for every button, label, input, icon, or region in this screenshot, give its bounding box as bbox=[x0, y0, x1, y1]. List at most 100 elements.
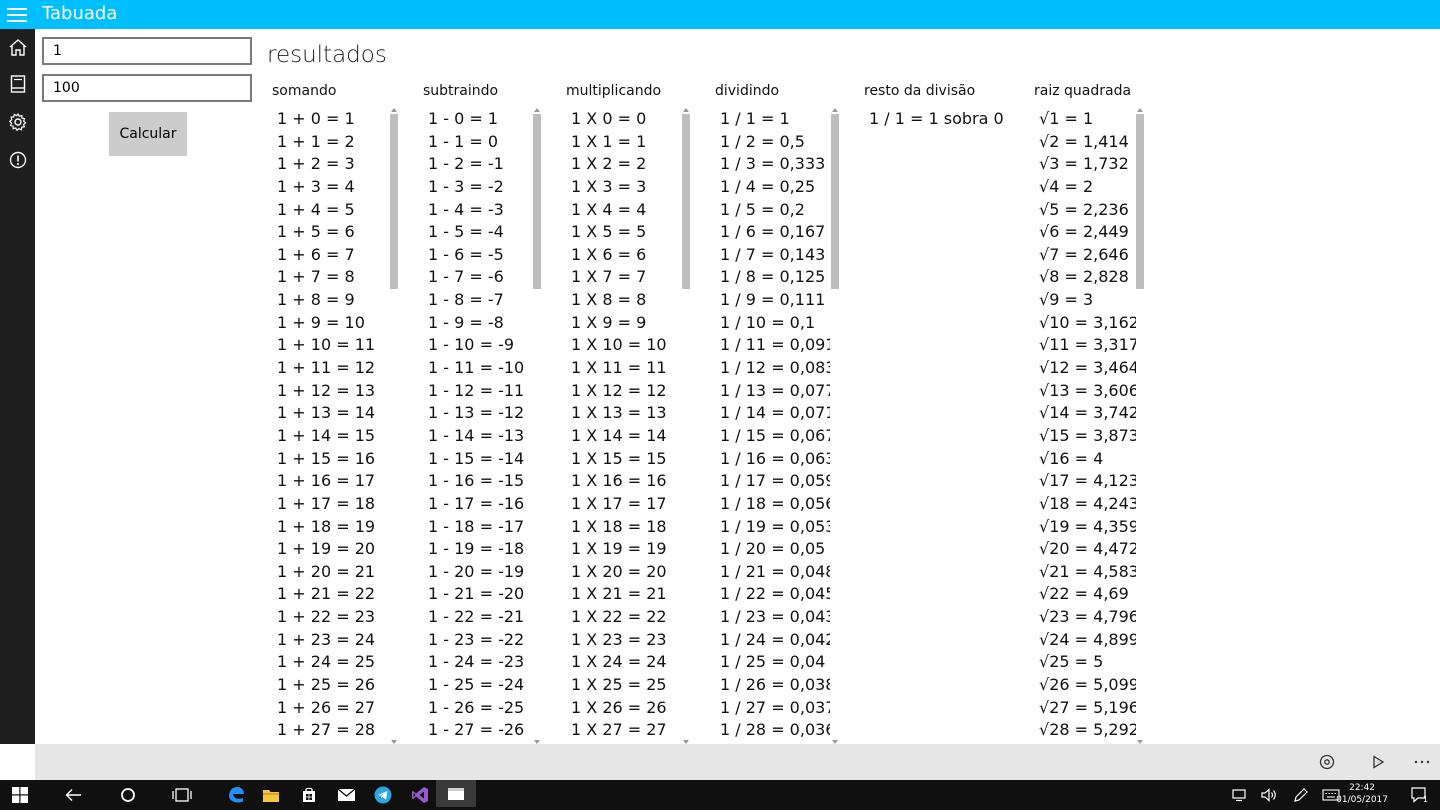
list-item: 1 X 16 = 16 bbox=[571, 471, 667, 491]
mail-icon[interactable] bbox=[327, 783, 367, 807]
list-somando[interactable]: 1 + 0 = 1 1 + 1 = 2 1 + 2 = 31 + 3 = 4 1 + … bbox=[277, 108, 387, 744]
list-item: 1 - 15 = -14 bbox=[428, 448, 525, 468]
app-title: Tabuada bbox=[42, 3, 118, 24]
list-item: 1 X 1 = 1 bbox=[571, 131, 647, 151]
info-icon[interactable] bbox=[0, 145, 35, 175]
end-number-input[interactable] bbox=[42, 74, 252, 102]
list-item: 1 / 18 = 0,056 bbox=[720, 493, 830, 513]
more-icon[interactable] bbox=[1410, 750, 1434, 774]
list-item: 1 / 4 = 0,25 bbox=[720, 176, 816, 196]
book-icon[interactable] bbox=[0, 69, 35, 99]
visual-studio-icon[interactable] bbox=[400, 783, 440, 807]
scrollbar-somando[interactable] bbox=[390, 108, 398, 744]
list-item: 1 + 18 = 19 bbox=[277, 516, 376, 536]
list-item: 1 - 23 = -22 bbox=[428, 629, 525, 649]
list-item: 1 + 24 = 25 bbox=[277, 652, 376, 672]
list-raiz[interactable]: √1 = 1 √2 = 1,414 √3 = 1,732 √4 = 2 √5 = 2,2… bbox=[1039, 108, 1136, 744]
list-item: 1 - 16 = -15 bbox=[428, 471, 525, 491]
windows-start-icon[interactable] bbox=[0, 783, 40, 807]
back-icon[interactable] bbox=[54, 783, 94, 807]
list-item: 1 / 20 = 0,05 bbox=[720, 539, 826, 559]
cortana-icon[interactable] bbox=[108, 783, 148, 807]
list-item: 1 X 7 = 7 bbox=[571, 267, 647, 287]
list-item: 1 / 1 = 1 sobra 0 bbox=[869, 109, 1004, 128]
task-view-icon[interactable] bbox=[162, 783, 202, 807]
network-icon[interactable] bbox=[1222, 783, 1256, 807]
list-dividindo[interactable]: 1 / 1 = 1 1 / 2 = 0,5 1 / 3 = 0,333 1 / 4 =… bbox=[720, 108, 830, 744]
list-item: √7 = 2,646 bbox=[1039, 244, 1129, 264]
list-item: 1 X 12 = 12 bbox=[571, 380, 667, 400]
edge-icon[interactable] bbox=[216, 783, 256, 807]
list-item: 1 - 27 = -26 bbox=[428, 720, 525, 740]
list-item: 1 - 5 = -4 bbox=[428, 222, 504, 242]
list-item: √12 = 3,464 bbox=[1039, 358, 1136, 378]
list-item: 1 + 27 = 28 bbox=[277, 720, 376, 740]
list-item: 1 - 0 = 1 bbox=[428, 109, 499, 128]
list-item: 1 / 16 = 0,063 bbox=[720, 448, 830, 468]
command-bar bbox=[35, 744, 1440, 780]
tabuada-app-icon[interactable] bbox=[436, 780, 476, 807]
taskbar: 22:42 01/05/2017 1 bbox=[0, 780, 1440, 810]
list-item: 1 - 20 = -19 bbox=[428, 561, 525, 581]
list-resto[interactable]: 1 / 1 = 1 sobra 0 bbox=[869, 108, 1024, 744]
list-item: √4 = 2 bbox=[1039, 176, 1094, 196]
list-item: 1 - 9 = -8 bbox=[428, 312, 504, 332]
list-item: 1 / 5 = 0,2 bbox=[720, 199, 805, 219]
start-number-input[interactable] bbox=[42, 37, 252, 65]
list-item: 1 + 19 = 20 bbox=[277, 539, 376, 559]
list-item: √19 = 4,359 bbox=[1039, 516, 1136, 536]
list-item: 1 X 13 = 13 bbox=[571, 403, 667, 423]
list-item: 1 X 10 = 10 bbox=[571, 335, 667, 355]
list-item: 1 X 23 = 23 bbox=[571, 629, 667, 649]
list-item: 1 / 14 = 0,071 bbox=[720, 403, 830, 423]
list-item: 1 + 1 = 2 bbox=[277, 131, 355, 151]
scrollbar-multiplicando[interactable] bbox=[682, 108, 690, 744]
notification-count: 1 bbox=[1422, 795, 1428, 804]
list-item: 1 + 15 = 16 bbox=[277, 448, 376, 468]
gear-icon[interactable] bbox=[0, 107, 35, 137]
record-icon[interactable] bbox=[1315, 750, 1339, 774]
list-item: 1 - 12 = -11 bbox=[428, 380, 525, 400]
list-item: 1 / 17 = 0,059 bbox=[720, 471, 830, 491]
list-subtraindo[interactable]: 1 - 0 = 1 1 - 1 = 0 1 - 2 = -1 1 - 3 = -2 1 … bbox=[428, 108, 533, 744]
header-subtraindo: subtraindo bbox=[423, 83, 499, 99]
list-multiplicando[interactable]: 1 X 0 = 0 1 X 1 = 1 1 X 2 = 21 X 3 = 3 1 X … bbox=[571, 108, 681, 744]
list-item: 1 - 3 = -2 bbox=[428, 176, 504, 196]
list-item: 1 - 1 = 0 bbox=[428, 131, 499, 151]
list-item: 1 - 8 = -7 bbox=[428, 290, 504, 310]
volume-icon[interactable] bbox=[1252, 783, 1286, 807]
notification-icon[interactable]: 1 bbox=[1402, 783, 1436, 807]
store-icon[interactable] bbox=[289, 783, 329, 807]
home-icon[interactable] bbox=[0, 32, 35, 62]
list-item: 1 + 22 = 23 bbox=[277, 607, 376, 627]
list-item: 1 + 25 = 26 bbox=[277, 675, 376, 695]
list-item: 1 / 11 = 0,091 bbox=[720, 335, 830, 355]
list-item: 1 + 16 = 17 bbox=[277, 471, 376, 491]
scrollbar-subtraindo[interactable] bbox=[533, 108, 541, 744]
calcular-button[interactable]: Calcular bbox=[109, 112, 187, 156]
file-explorer-icon[interactable] bbox=[251, 783, 291, 807]
scrollbar-dividindo[interactable] bbox=[831, 108, 839, 744]
list-item: 1 / 3 = 0,333 bbox=[720, 154, 826, 174]
list-item: 1 - 19 = -18 bbox=[428, 539, 525, 559]
system-clock[interactable]: 22:42 01/05/2017 bbox=[1336, 782, 1388, 806]
list-item: 1 + 20 = 21 bbox=[277, 561, 376, 581]
list-item: 1 X 26 = 26 bbox=[571, 697, 667, 717]
scrollbar-raiz[interactable] bbox=[1136, 108, 1144, 744]
list-item: 1 + 13 = 14 bbox=[277, 403, 376, 423]
list-item: 1 X 6 = 6 bbox=[571, 244, 647, 264]
list-item: √24 = 4,899 bbox=[1039, 629, 1136, 649]
pen-icon[interactable] bbox=[1284, 783, 1318, 807]
list-item: 1 / 25 = 0,04 bbox=[720, 652, 826, 672]
list-item: 1 X 15 = 15 bbox=[571, 448, 667, 468]
list-item: √6 = 2,449 bbox=[1039, 222, 1129, 242]
play-icon[interactable] bbox=[1366, 750, 1390, 774]
hamburger-menu-icon[interactable] bbox=[7, 8, 29, 22]
list-item: 1 / 21 = 0,048 bbox=[720, 561, 830, 581]
telegram-icon[interactable] bbox=[363, 783, 403, 807]
list-item: √27 = 5,196 bbox=[1039, 697, 1136, 717]
list-item: 1 + 17 = 18 bbox=[277, 493, 376, 513]
header-raiz: raiz quadrada bbox=[1034, 83, 1132, 99]
list-item: 1 / 27 = 0,037 bbox=[720, 697, 830, 717]
list-item: 1 X 19 = 19 bbox=[571, 539, 667, 559]
